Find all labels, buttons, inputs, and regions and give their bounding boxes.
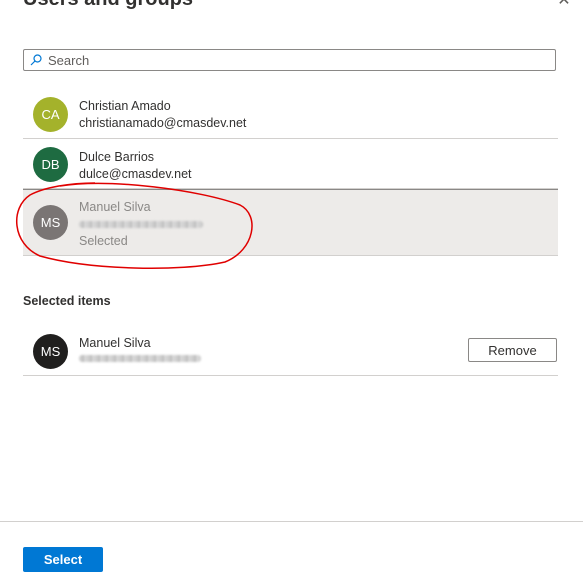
user-name: Dulce Barrios (79, 150, 155, 164)
avatar: CA (33, 97, 68, 132)
avatar: MS (33, 205, 68, 240)
select-button[interactable]: Select (23, 547, 103, 572)
user-row-dulce-barrios[interactable]: DB Dulce Barrios dulce@cmasdev.net (23, 139, 558, 189)
user-email: dulce@cmasdev.net (79, 167, 192, 181)
selected-item-name: Manuel Silva (79, 336, 151, 350)
selected-item-row: MS Manuel Silva Remove (23, 324, 558, 376)
redacted-email (79, 221, 203, 228)
search-icon (30, 54, 42, 66)
search-input[interactable] (48, 52, 555, 68)
close-icon[interactable]: ✕ (555, 0, 573, 10)
footer-divider (0, 521, 583, 522)
panel-title: Users and groups (23, 0, 193, 11)
user-row-manuel-silva[interactable]: MS Manuel Silva Selected (23, 189, 558, 256)
selected-status: Selected (79, 234, 128, 248)
avatar: MS (33, 334, 68, 369)
user-list: CA Christian Amado christianamado@cmasde… (23, 89, 558, 256)
search-box[interactable] (23, 49, 556, 71)
user-row-christian-amado[interactable]: CA Christian Amado christianamado@cmasde… (23, 89, 558, 139)
user-email: christianamado@cmasdev.net (79, 116, 247, 130)
user-name: Christian Amado (79, 99, 171, 113)
remove-button[interactable]: Remove (468, 338, 557, 362)
selected-items-heading: Selected items (23, 294, 111, 308)
avatar: DB (33, 147, 68, 182)
redacted-email (79, 355, 201, 362)
user-name: Manuel Silva (79, 200, 151, 214)
red-circle-annotation (16, 182, 253, 269)
